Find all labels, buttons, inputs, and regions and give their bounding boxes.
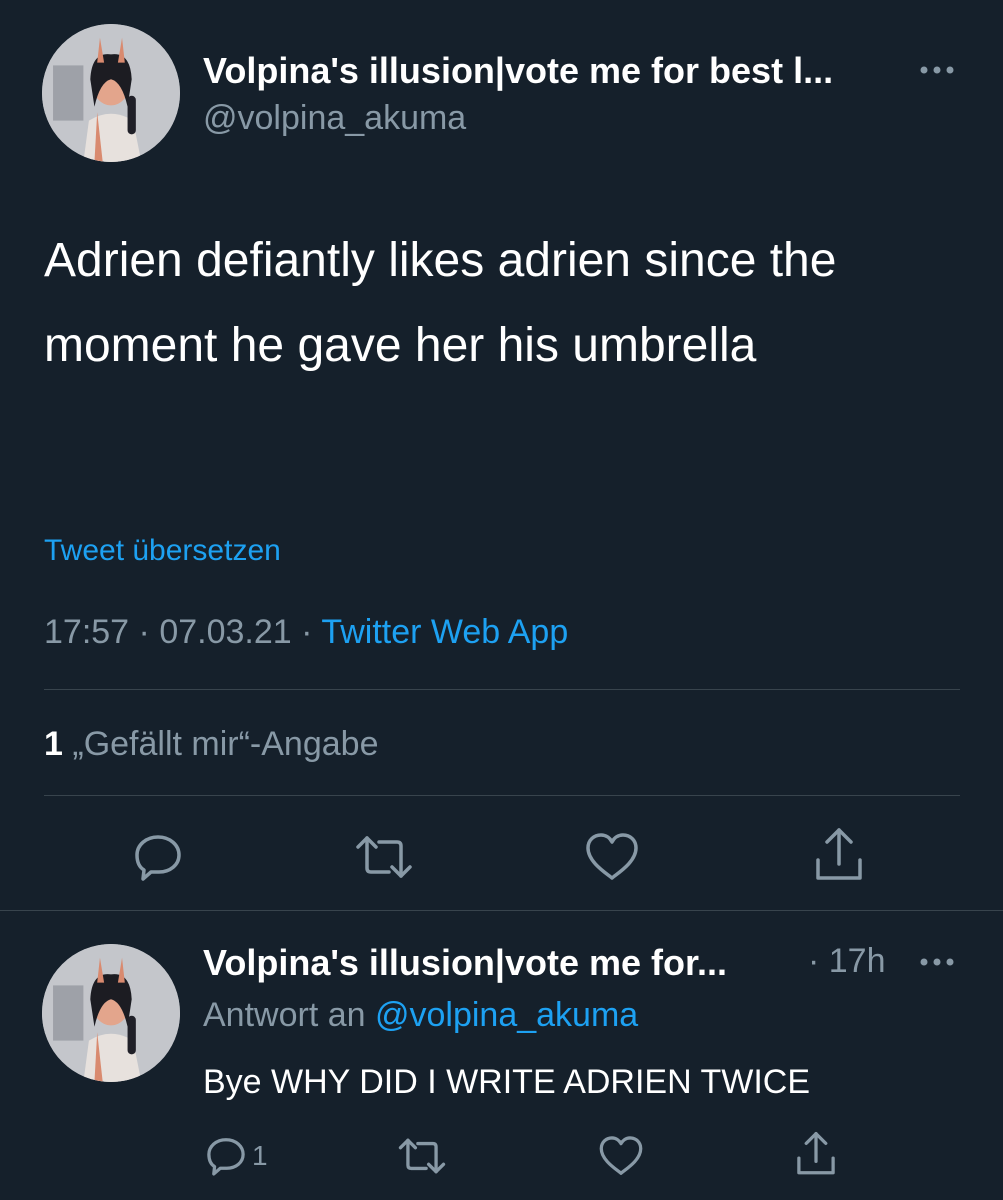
divider [44,689,960,690]
reply-icon[interactable] [204,1134,248,1178]
reply-to-handle[interactable]: @volpina_akuma [375,996,638,1034]
translate-link[interactable]: Tweet übersetzen [44,534,281,568]
share-icon[interactable] [794,1130,838,1178]
tweet-date: 07.03.21 [159,613,292,651]
likes-summary[interactable]: 1 „Gefällt mir“-Angabe [44,725,378,764]
divider [0,910,1003,911]
divider [44,795,960,796]
reply-count: 1 [252,1140,268,1171]
like-icon[interactable] [584,832,640,882]
meta-separator: · [301,613,313,651]
likes-count: 1 [44,725,63,763]
reply-author-name[interactable]: Volpina's illusion|vote me for... [203,942,727,984]
reply-to-line: Antwort an @volpina_akuma [203,996,638,1035]
reply-text: Bye WHY DID I WRITE ADRIEN TWICE [203,1063,811,1101]
like-icon[interactable] [598,1135,644,1177]
author-handle[interactable]: @volpina_akuma [203,99,466,138]
reply-icon[interactable] [131,830,185,884]
more-dots-icon[interactable] [918,60,958,80]
author-avatar[interactable] [42,24,180,162]
reply-author-avatar[interactable] [42,944,180,1082]
retweet-icon[interactable] [398,1135,446,1177]
share-icon[interactable] [812,826,866,884]
more-dots-icon[interactable] [918,952,958,972]
retweet-icon[interactable] [355,832,413,882]
reply-age: · 17h [808,942,886,980]
tweet-meta: 17:57 · 07.03.21 · Twitter Web App [44,613,568,652]
author-name[interactable]: Volpina's illusion|vote me for best l... [203,50,833,92]
likes-label: „Gefällt mir“-Angabe [72,725,379,763]
tweet-time: 17:57 [44,613,130,651]
meta-separator: · [138,613,150,651]
tweet-source-link[interactable]: Twitter Web App [321,613,568,651]
reply-to-prefix: Antwort an [203,996,366,1034]
tweet-text: Adrien defiantly likes adrien since the … [44,234,837,372]
